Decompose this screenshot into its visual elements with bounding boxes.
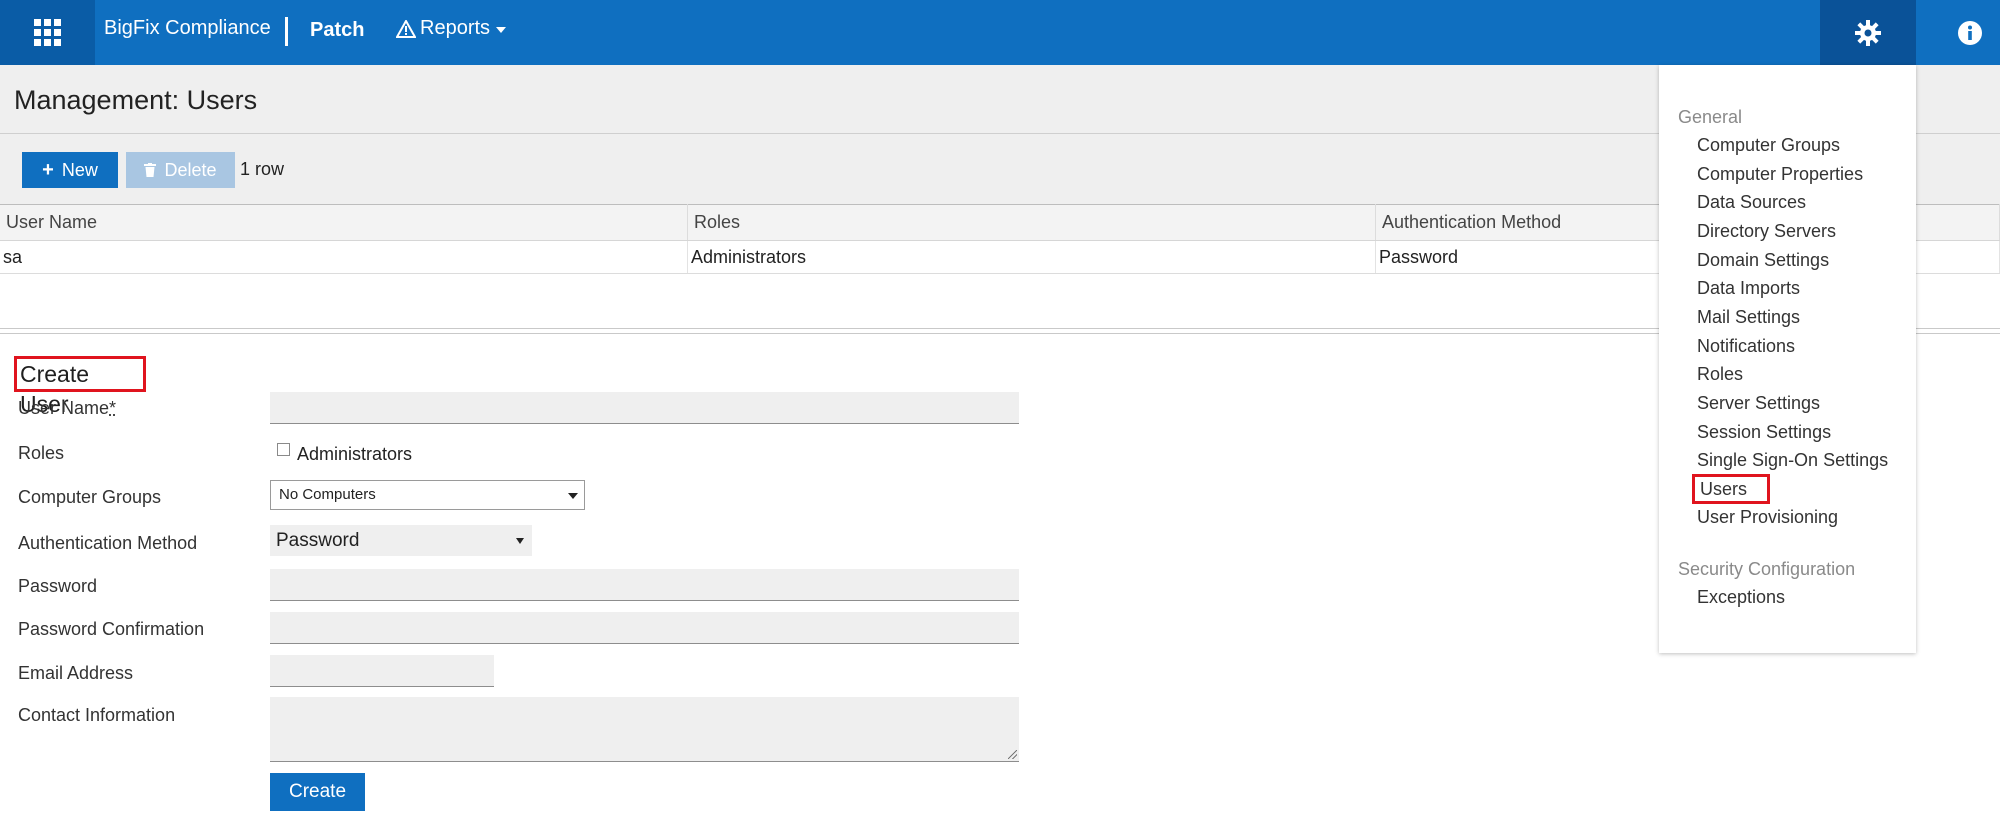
brand-title[interactable]: BigFix Compliance	[104, 17, 271, 40]
page-title: Management: Users	[14, 85, 258, 115]
apps-menu-button[interactable]	[0, 0, 95, 65]
auth-method-select[interactable]: Password	[270, 525, 532, 556]
settings-button[interactable]	[1820, 0, 1916, 65]
new-user-button[interactable]: + New	[22, 152, 118, 188]
menu-item-data-sources[interactable]: Data Sources	[1697, 192, 1806, 213]
delete-button-label: Delete	[164, 159, 217, 180]
menu-item-notifications[interactable]: Notifications	[1697, 336, 1795, 357]
plus-icon: +	[42, 158, 54, 181]
menu-item-session-settings[interactable]: Session Settings	[1697, 422, 1831, 443]
nav-patch[interactable]: Patch	[310, 19, 364, 42]
menu-section-security: Security Configuration	[1678, 559, 1856, 579]
new-button-label: New	[61, 159, 98, 180]
chevron-down-icon	[496, 26, 507, 33]
cell-roles[interactable]: Administrators	[687, 240, 1376, 274]
contact-label: Contact Information	[18, 705, 176, 725]
chevron-down-icon	[568, 493, 578, 499]
warning-triangle-icon	[396, 19, 416, 38]
create-button[interactable]: Create	[270, 773, 365, 811]
user-name-label: User Name*	[18, 398, 116, 419]
menu-item-user-provisioning[interactable]: User Provisioning	[1697, 507, 1838, 528]
menu-section-general: General	[1678, 107, 1743, 127]
password-input[interactable]	[270, 569, 1019, 601]
create-user-heading: Create User	[14, 356, 146, 417]
password-confirmation-input[interactable]	[270, 612, 1019, 644]
chevron-down-icon	[516, 538, 524, 544]
auth-method-value: Password	[276, 530, 360, 551]
menu-item-computer-properties[interactable]: Computer Properties	[1697, 164, 1863, 185]
info-icon	[1958, 20, 1982, 45]
auth-method-label: Authentication Method	[18, 533, 198, 553]
email-label: Email Address	[18, 663, 134, 683]
user-name-input[interactable]	[270, 392, 1019, 424]
required-marker: *	[109, 398, 117, 418]
administrators-checkbox-label[interactable]: Administrators	[297, 444, 412, 465]
info-button[interactable]	[1940, 0, 2000, 65]
computer-groups-value: No Computers	[279, 486, 376, 503]
menu-item-users[interactable]: Users	[1692, 474, 1770, 504]
administrators-checkbox[interactable]	[277, 443, 290, 456]
cell-user-name[interactable]: sa	[0, 240, 688, 274]
column-header-user-name[interactable]: User Name	[0, 204, 688, 241]
row-count: 1 row	[240, 159, 285, 179]
menu-item-data-imports[interactable]: Data Imports	[1697, 278, 1800, 299]
password-label: Password	[18, 576, 98, 596]
column-header-roles[interactable]: Roles	[687, 204, 1376, 241]
trash-icon	[144, 163, 157, 177]
user-name-label-text: User Name	[18, 398, 110, 418]
contact-textarea[interactable]	[270, 697, 1019, 762]
brand-separator	[285, 17, 288, 46]
menu-item-roles[interactable]: Roles	[1697, 364, 1743, 385]
computer-groups-select[interactable]: No Computers	[270, 480, 585, 510]
nav-reports-menu[interactable]: Reports	[396, 17, 507, 40]
computer-groups-label: Computer Groups	[18, 487, 162, 507]
menu-item-exceptions[interactable]: Exceptions	[1697, 587, 1785, 608]
password-confirmation-label: Password Confirmation	[18, 619, 205, 639]
menu-item-computer-groups[interactable]: Computer Groups	[1697, 135, 1840, 156]
resize-grip-icon[interactable]	[1008, 750, 1017, 759]
menu-item-server-settings[interactable]: Server Settings	[1697, 393, 1820, 414]
email-input[interactable]	[270, 655, 494, 687]
menu-item-domain-settings[interactable]: Domain Settings	[1697, 250, 1829, 271]
menu-item-mail-settings[interactable]: Mail Settings	[1697, 307, 1800, 328]
settings-dropdown-menu: General Computer Groups Computer Propert…	[1659, 65, 1916, 653]
top-navigation-bar: BigFix Compliance Patch Reports	[0, 0, 2000, 65]
nav-reports-label: Reports	[420, 17, 491, 39]
roles-label: Roles	[18, 443, 65, 463]
delete-button[interactable]: Delete	[126, 152, 235, 188]
menu-item-directory-servers[interactable]: Directory Servers	[1697, 221, 1836, 242]
apps-grid-icon	[34, 19, 61, 46]
menu-item-single-sign-on-settings[interactable]: Single Sign-On Settings	[1697, 450, 1888, 471]
gear-icon	[1855, 19, 1881, 46]
